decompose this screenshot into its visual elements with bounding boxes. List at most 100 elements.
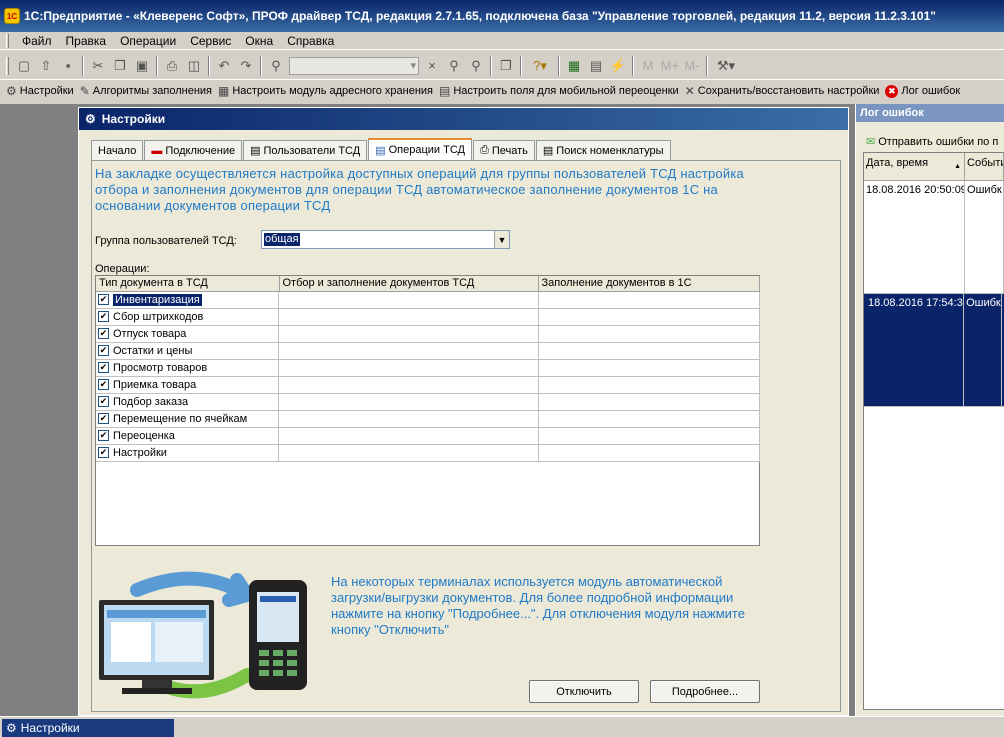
column-header-event[interactable]: Событи: [965, 153, 1004, 180]
table-row[interactable]: ✔ Просмотр товаров: [96, 359, 760, 377]
fill-1c-cell[interactable]: [538, 291, 760, 309]
tools-icon[interactable]: ⚡: [607, 55, 629, 77]
fill-1c-cell[interactable]: [538, 444, 760, 462]
new-document-icon[interactable]: ▢: [13, 55, 35, 77]
save-icon[interactable]: ▪: [57, 55, 79, 77]
filter-cell[interactable]: [279, 376, 539, 394]
fill-1c-cell[interactable]: [538, 359, 760, 377]
operation-checkbox[interactable]: ✔: [98, 379, 109, 390]
wrench-icon[interactable]: ⚒▾: [711, 55, 741, 77]
memory-minus-icon[interactable]: M-: [681, 55, 703, 77]
log-row[interactable]: 18.08.2016 20:50:09 Ошибк: [864, 181, 1004, 294]
send-errors-button[interactable]: ✉ Отправить ошибки по п: [866, 135, 998, 149]
filter-cell[interactable]: [279, 359, 539, 377]
toolbar2-item-repricing-fields[interactable]: ▤ Настроить поля для мобильной переоценки: [439, 84, 679, 98]
copy-icon[interactable]: ❐: [109, 55, 131, 77]
column-header-date[interactable]: Дата, время ▲: [864, 153, 966, 180]
find-next-icon[interactable]: ⚲: [443, 55, 465, 77]
operation-cell[interactable]: ✔ Перемещение по ячейкам: [96, 410, 279, 428]
operation-checkbox[interactable]: ✔: [98, 396, 109, 407]
help-icon[interactable]: ?▾: [525, 55, 555, 77]
print-icon[interactable]: ⎙: [161, 55, 183, 77]
column-header-doc-type[interactable]: Тип документа в ТСД: [96, 276, 280, 292]
tab-start[interactable]: Начало: [91, 140, 144, 160]
fill-1c-cell[interactable]: [538, 342, 760, 360]
table-row[interactable]: ✔ Приемка товара: [96, 376, 760, 394]
table-row[interactable]: ✔ Перемещение по ячейкам: [96, 410, 760, 428]
operation-cell[interactable]: ✔ Настройки: [96, 444, 279, 462]
table-row[interactable]: ✔ Инвентаризация: [96, 291, 760, 309]
error-log-title[interactable]: Лог ошибок: [856, 104, 1004, 122]
fill-1c-cell[interactable]: [538, 376, 760, 394]
toolbar2-item-save-restore[interactable]: ✕ Сохранить/восстановить настройки: [685, 84, 880, 98]
table-row[interactable]: ✔ Переоценка: [96, 427, 760, 445]
filter-cell[interactable]: [279, 427, 539, 445]
table-row[interactable]: ✔ Настройки: [96, 444, 760, 462]
menu-help[interactable]: Справка: [280, 34, 341, 48]
settings-header[interactable]: ⚙ Настройки: [79, 108, 848, 130]
operation-cell[interactable]: ✔ Сбор штрихкодов: [96, 308, 279, 326]
tab-operations[interactable]: ▤ Операции ТСД: [368, 138, 473, 160]
tab-users[interactable]: ▤ Пользователи ТСД: [243, 140, 368, 160]
column-header-filter[interactable]: Отбор и заполнение документов ТСД: [279, 276, 539, 292]
filter-cell[interactable]: [279, 291, 539, 309]
filter-cell[interactable]: [279, 410, 539, 428]
toolbar2-item-settings[interactable]: ⚙ Настройки: [6, 84, 74, 98]
table-row[interactable]: ✔ Сбор штрихкодов: [96, 308, 760, 326]
memory-plus-icon[interactable]: M+: [659, 55, 681, 77]
operation-cell[interactable]: ✔ Просмотр товаров: [96, 359, 279, 377]
toolbar2-item-address-module[interactable]: ▦ Настроить модуль адресного хранения: [218, 84, 433, 98]
group-select[interactable]: общая ▼: [261, 230, 510, 249]
operation-checkbox[interactable]: ✔: [98, 328, 109, 339]
fill-1c-cell[interactable]: [538, 427, 760, 445]
filter-cell[interactable]: [279, 342, 539, 360]
operation-cell[interactable]: ✔ Переоценка: [96, 427, 279, 445]
filter-cell[interactable]: [279, 325, 539, 343]
open-icon[interactable]: ⇧: [35, 55, 57, 77]
find-icon[interactable]: ⚲: [265, 55, 287, 77]
column-header-fill-1c[interactable]: Заполнение документов в 1С: [538, 276, 760, 292]
undo-icon[interactable]: ↶: [213, 55, 235, 77]
operation-cell[interactable]: ✔ Отпуск товара: [96, 325, 279, 343]
operation-checkbox[interactable]: ✔: [98, 311, 109, 322]
taskbar-settings-button[interactable]: ⚙ Настройки: [2, 719, 174, 737]
filter-cell[interactable]: [279, 444, 539, 462]
operation-cell[interactable]: ✔ Приемка товара: [96, 376, 279, 394]
filter-cell[interactable]: [279, 393, 539, 411]
calculator-icon[interactable]: ▦: [563, 55, 585, 77]
menu-file[interactable]: Файл: [15, 34, 59, 48]
operation-cell[interactable]: ✔ Подбор заказа: [96, 393, 279, 411]
toolbar2-item-error-log[interactable]: ✖ Лог ошибок: [885, 84, 960, 98]
operation-checkbox[interactable]: ✔: [98, 345, 109, 356]
menu-windows[interactable]: Окна: [238, 34, 280, 48]
tab-item-search[interactable]: ▤ Поиск номенклатуры: [535, 140, 671, 160]
memory-m-icon[interactable]: M: [637, 55, 659, 77]
menu-operations[interactable]: Операции: [113, 34, 183, 48]
search-combo[interactable]: [289, 56, 419, 75]
find-prev-icon[interactable]: ⚲: [465, 55, 487, 77]
cut-icon[interactable]: ✂: [87, 55, 109, 77]
operation-cell[interactable]: ✔ Инвентаризация: [96, 291, 279, 309]
log-row[interactable]: 18.08.2016 17:54:39 Ошибк: [864, 294, 1004, 407]
fill-1c-cell[interactable]: [538, 393, 760, 411]
chevron-down-icon[interactable]: ▼: [494, 231, 509, 248]
operation-cell[interactable]: ✔ Остатки и цены: [96, 342, 279, 360]
table-row[interactable]: ✔ Подбор заказа: [96, 393, 760, 411]
tab-connection[interactable]: ▬ Подключение: [144, 140, 243, 160]
table-row[interactable]: ✔ Остатки и цены: [96, 342, 760, 360]
calendar-icon[interactable]: ▤: [585, 55, 607, 77]
toolbar2-item-algorithms[interactable]: ✎ Алгоритмы заполнения: [80, 84, 212, 98]
windows-icon[interactable]: ❒: [495, 55, 517, 77]
fill-1c-cell[interactable]: [538, 325, 760, 343]
paste-icon[interactable]: ▣: [131, 55, 153, 77]
fill-1c-cell[interactable]: [538, 410, 760, 428]
more-button[interactable]: Подробнее...: [650, 680, 760, 703]
preview-icon[interactable]: ◫: [183, 55, 205, 77]
redo-icon[interactable]: ↷: [235, 55, 257, 77]
operation-checkbox[interactable]: ✔: [98, 447, 109, 458]
operation-checkbox[interactable]: ✔: [98, 430, 109, 441]
filter-cell[interactable]: [279, 308, 539, 326]
clear-search-icon[interactable]: ×: [421, 55, 443, 77]
menu-edit[interactable]: Правка: [59, 34, 114, 48]
table-row[interactable]: ✔ Отпуск товара: [96, 325, 760, 343]
